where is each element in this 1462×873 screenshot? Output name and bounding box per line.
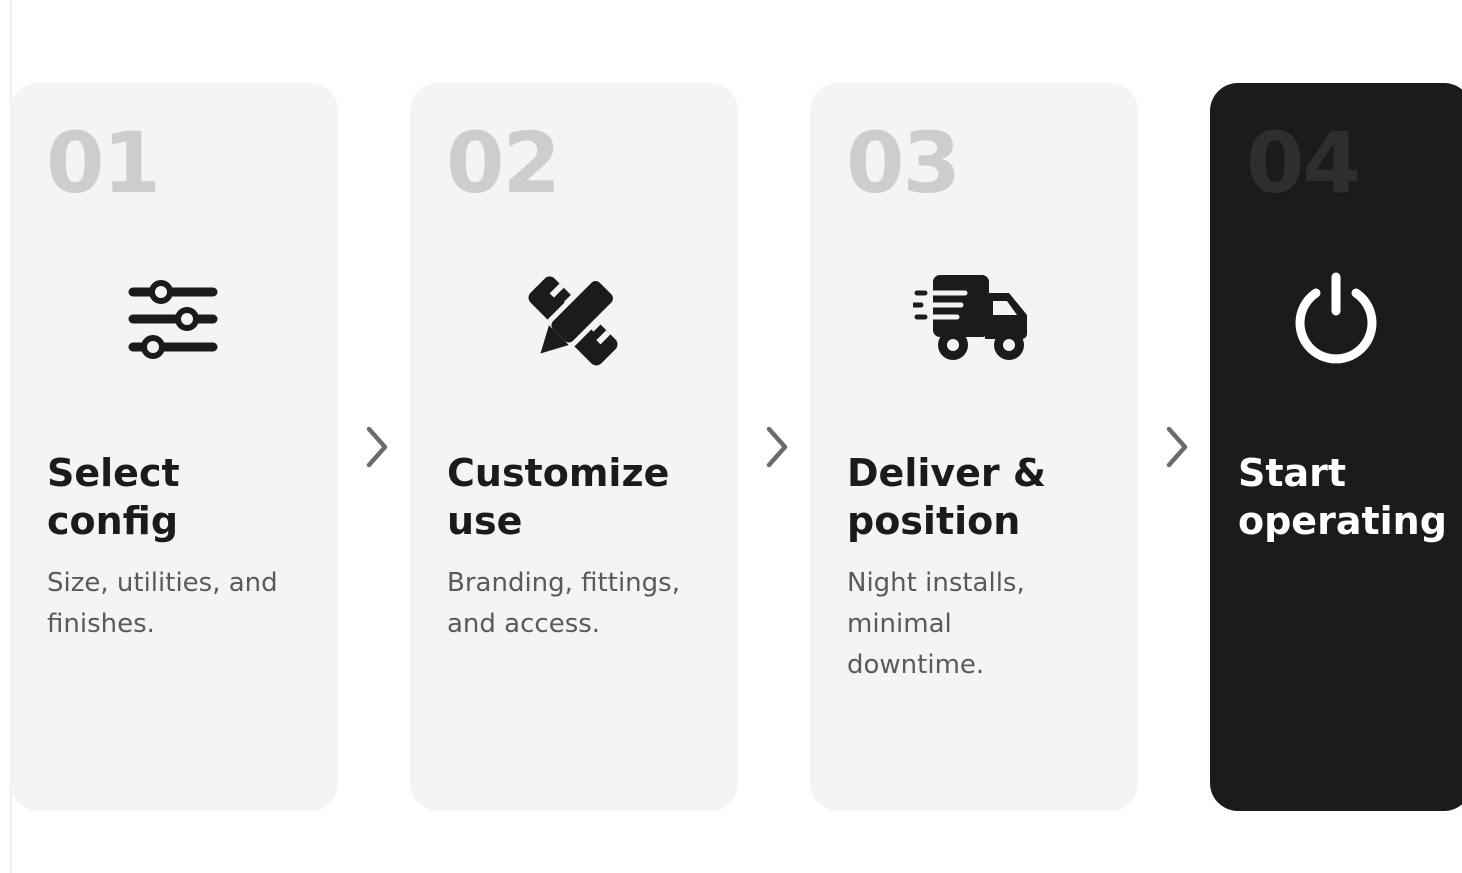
step-description: Branding, fittings, and access. <box>447 568 680 639</box>
step-description: Size, utilities, and finishes. <box>47 568 278 639</box>
step-title: Customize use <box>447 451 670 543</box>
step-number: 01 <box>46 114 161 212</box>
step-title: Deliver & position <box>847 451 1047 543</box>
step-card-customize-use: 02 Customize use Branding, fittings, and… <box>410 83 738 811</box>
power-icon <box>1286 271 1386 371</box>
sliders-icon <box>123 271 223 371</box>
chevron-right-icon <box>762 425 792 469</box>
step-card-start-operating: 04 Start operating <box>1210 83 1462 811</box>
step-title: Select config <box>47 451 180 543</box>
chevron-right-icon <box>1162 425 1192 469</box>
step-card-select-config: 01 Select config Size, utilities, and fi… <box>10 83 338 811</box>
delivery-truck-icon <box>913 271 1027 371</box>
step-number: 04 <box>1246 114 1361 212</box>
step-title: Start operating <box>1238 451 1447 543</box>
step-card-deliver-position: 03 Deliver & position Night installs, mi… <box>810 83 1138 811</box>
step-description: Night installs, minimal downtime. <box>847 568 1025 680</box>
chevron-right-icon <box>362 425 392 469</box>
step-number: 02 <box>446 114 561 212</box>
pencil-ruler-icon <box>523 271 623 371</box>
step-number: 03 <box>846 114 961 212</box>
